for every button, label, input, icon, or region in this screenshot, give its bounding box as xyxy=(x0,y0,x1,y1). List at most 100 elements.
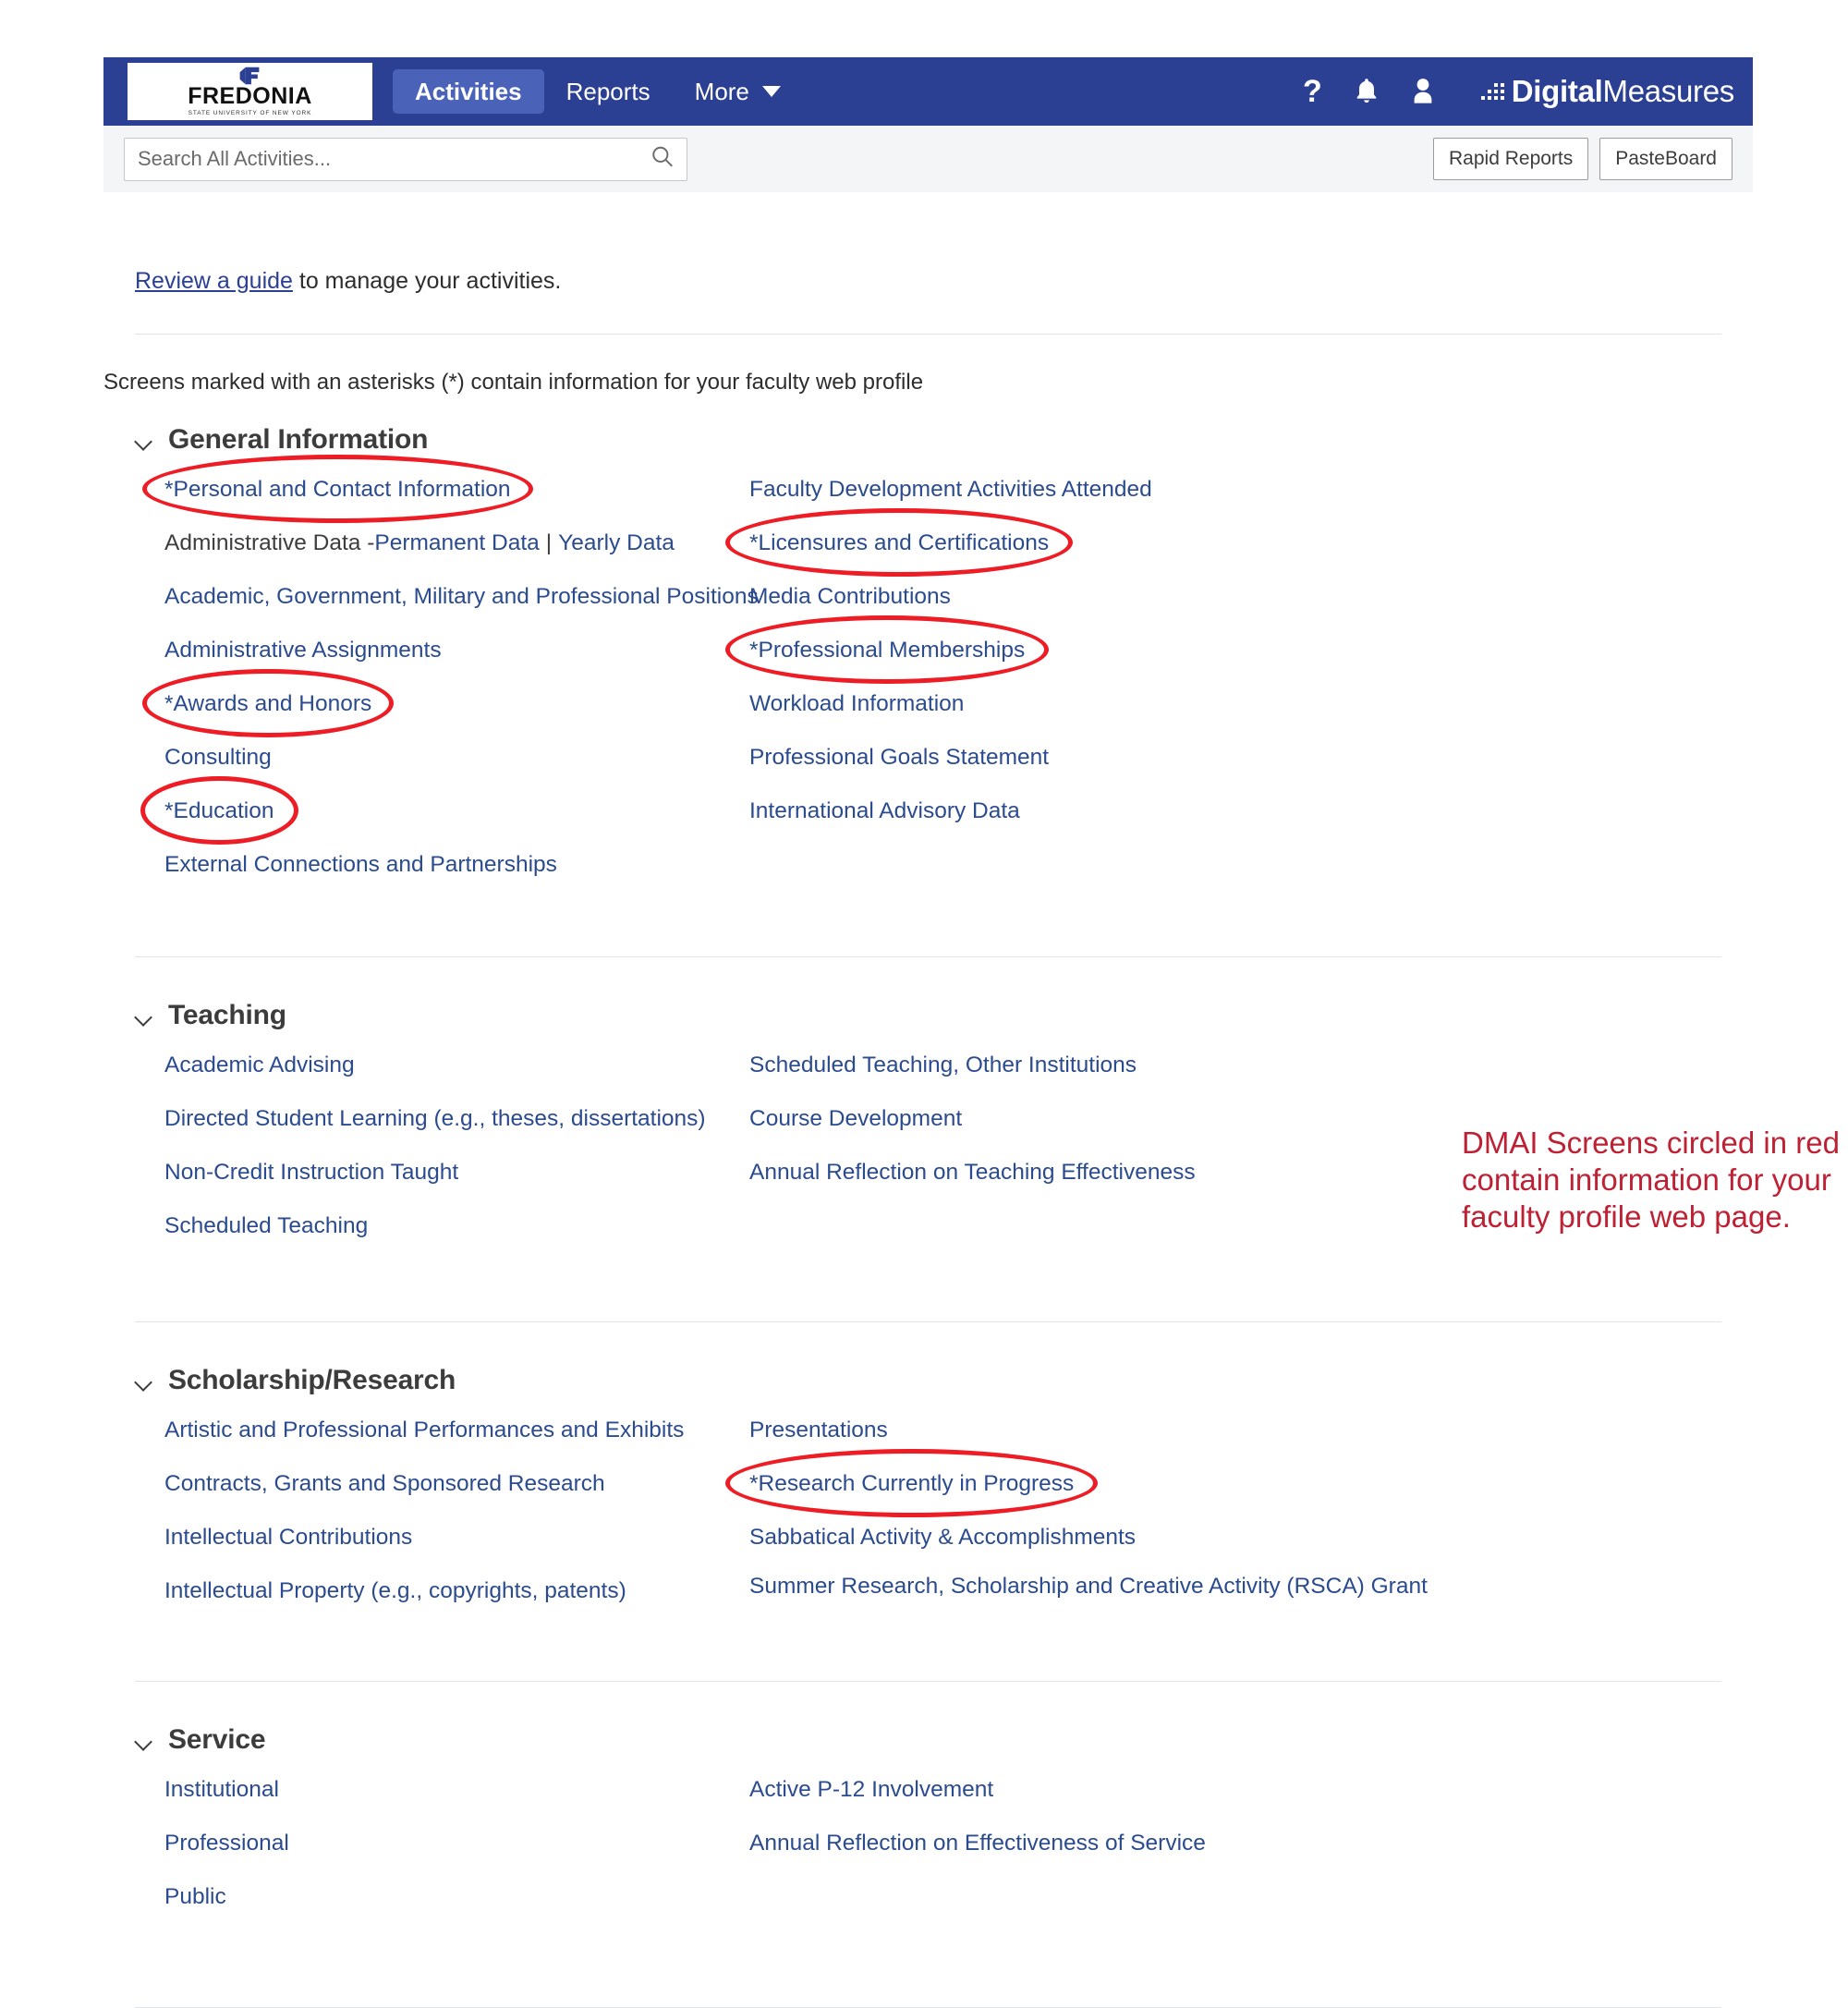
review-a-guide-link[interactable]: Review a guide xyxy=(135,268,293,294)
screen-link-contracts-grants-and-sponsored-research[interactable]: Contracts, Grants and Sponsored Research xyxy=(164,1469,605,1499)
rapid-reports-button[interactable]: Rapid Reports xyxy=(1433,138,1589,180)
link-row: Professional xyxy=(164,1824,749,1863)
ghost-spacer xyxy=(103,192,1753,233)
screen-link-public[interactable]: Public xyxy=(164,1882,226,1912)
screen-link-professional[interactable]: Professional xyxy=(164,1829,289,1858)
screen-link-artistic-and-professional-performances-and-exhibits[interactable]: Artistic and Professional Performances a… xyxy=(164,1416,684,1445)
link-row: *Personal and Contact Information xyxy=(142,454,749,523)
page-root: FREDONIA STATE UNIVERSITY OF NEW YORK Ac… xyxy=(0,0,1848,2008)
screen-link-intellectual-contributions[interactable]: Intellectual Contributions xyxy=(164,1523,412,1552)
dm-brand-light: Measures xyxy=(1602,74,1735,108)
app-frame: FREDONIA STATE UNIVERSITY OF NEW YORK Ac… xyxy=(103,57,1840,2008)
screen-link-presentations[interactable]: Presentations xyxy=(749,1416,888,1445)
section-general-information: General Information *Personal and Contac… xyxy=(103,396,1840,1234)
link-row: Presentations xyxy=(749,1411,1753,1450)
nav-utility-area: ? Digital Measures xyxy=(1303,74,1753,109)
screen-link-media-contributions[interactable]: Media Contributions xyxy=(749,582,951,612)
circled-screen-professional-memberships: *Professional Memberships xyxy=(725,615,1050,684)
link-row: Professional Goals Statement xyxy=(749,738,1753,777)
screen-link-academic-advising[interactable]: Academic Advising xyxy=(164,1051,355,1080)
link-row: Workload Information xyxy=(749,685,1753,724)
link-row: Public xyxy=(164,1878,749,1917)
tab-activities[interactable]: Activities xyxy=(393,68,544,115)
right-column: Presentations *Research Currently in Pro… xyxy=(725,1411,1753,1625)
screen-link-professional-goals-statement[interactable]: Professional Goals Statement xyxy=(749,743,1049,773)
left-column: Academic Advising Directed Student Learn… xyxy=(164,1046,749,1260)
link-row: *Education xyxy=(140,775,749,845)
link-row: Annual Reflection on Teaching Effectiven… xyxy=(749,1153,1753,1192)
screen-link-permanent-data[interactable]: Permanent Data xyxy=(374,529,539,558)
screen-link-administrative-assignments[interactable]: Administrative Assignments xyxy=(164,636,442,665)
link-row: Scheduled Teaching, Other Institutions xyxy=(749,1046,1753,1085)
screen-link-annual-reflection-on-effectiveness-of-service[interactable]: Annual Reflection on Effectiveness of Se… xyxy=(749,1829,1206,1858)
section-header[interactable]: Scholarship/Research xyxy=(135,1322,1753,1404)
screen-link-yearly-data[interactable]: Yearly Data xyxy=(558,529,675,558)
pasteboard-button[interactable]: PasteBoard xyxy=(1599,138,1732,180)
right-column: Scheduled Teaching, Other Institutions C… xyxy=(749,1046,1753,1260)
link-row: Scheduled Teaching xyxy=(164,1207,749,1246)
screen-link-sabbatical-activity-accomplishments[interactable]: Sabbatical Activity & Accomplishments xyxy=(749,1523,1136,1552)
screen-link-personal-contact-information[interactable]: *Personal and Contact Information xyxy=(164,475,511,505)
screen-link-intellectual-property[interactable]: Intellectual Property (e.g., copyrights,… xyxy=(164,1576,626,1606)
screen-link-external-connections-and-partnerships[interactable]: External Connections and Partnerships xyxy=(164,850,557,880)
top-navigation-bar: FREDONIA STATE UNIVERSITY OF NEW YORK Ac… xyxy=(103,57,1753,126)
section-teaching: Teaching Academic Advising Directed Stud… xyxy=(103,957,1753,1260)
link-row: External Connections and Partnerships xyxy=(164,846,749,884)
screen-link-directed-student-learning[interactable]: Directed Student Learning (e.g., theses,… xyxy=(164,1104,706,1134)
notifications-bell-icon[interactable] xyxy=(1354,77,1380,106)
link-row: Intellectual Property (e.g., copyrights,… xyxy=(164,1572,749,1611)
screen-link-workload-information[interactable]: Workload Information xyxy=(749,689,964,719)
section-links-grid: Academic Advising Directed Student Learn… xyxy=(135,1039,1753,1260)
screen-link-scheduled-teaching-other-institutions[interactable]: Scheduled Teaching, Other Institutions xyxy=(749,1051,1137,1080)
search-field-wrapper xyxy=(124,137,687,181)
tab-more[interactable]: More xyxy=(673,69,803,115)
section-title: Teaching xyxy=(168,999,286,1030)
chevron-down-icon xyxy=(135,432,153,451)
fredonia-logo[interactable]: FREDONIA STATE UNIVERSITY OF NEW YORK xyxy=(128,63,372,120)
search-input[interactable] xyxy=(124,137,687,181)
tab-reports[interactable]: Reports xyxy=(544,69,673,115)
help-icon[interactable]: ? xyxy=(1303,76,1322,107)
screen-link-education[interactable]: *Education xyxy=(164,797,274,826)
screen-link-summer-research-scholarship-creative-activity-grant[interactable]: Summer Research, Scholarship and Creativ… xyxy=(749,1572,1428,1601)
circled-screen-research-currently-in-progress: *Research Currently in Progress xyxy=(725,1448,1099,1517)
screen-link-annual-reflection-on-teaching-effectiveness[interactable]: Annual Reflection on Teaching Effectiven… xyxy=(749,1158,1196,1187)
section-title: Scholarship/Research xyxy=(168,1364,456,1395)
administrative-data-label: Administrative Data - xyxy=(164,529,375,555)
screen-link-active-p12-involvement[interactable]: Active P-12 Involvement xyxy=(749,1775,993,1805)
fredonia-subtext: STATE UNIVERSITY OF NEW YORK xyxy=(188,109,312,116)
screen-link-course-development[interactable]: Course Development xyxy=(749,1104,962,1134)
screen-link-international-advisory-data[interactable]: International Advisory Data xyxy=(749,797,1020,826)
circled-screen-awards-and-honors: *Awards and Honors xyxy=(142,668,395,737)
link-row: Faculty Development Activities Attended xyxy=(749,470,1753,509)
user-account-icon[interactable] xyxy=(1411,77,1435,106)
right-column: Active P-12 Involvement Annual Reflectio… xyxy=(749,1771,1753,1931)
link-row: International Advisory Data xyxy=(749,792,1753,831)
screen-link-research-currently-in-progress[interactable]: *Research Currently in Progress xyxy=(749,1469,1074,1499)
search-toolbar: Rapid Reports PasteBoard xyxy=(103,126,1753,192)
screen-link-professional-memberships[interactable]: *Professional Memberships xyxy=(749,636,1025,665)
screen-link-licensures-and-certifications[interactable]: *Licensures and Certifications xyxy=(749,529,1049,558)
link-row: Administrative Assignments xyxy=(164,631,749,670)
link-row: Administrative Data - Permanent Data | Yea… xyxy=(164,524,749,563)
pipe-separator: | xyxy=(545,529,553,555)
screen-link-awards-and-honors[interactable]: *Awards and Honors xyxy=(164,689,371,719)
screen-link-consulting[interactable]: Consulting xyxy=(164,743,272,773)
link-row: Active P-12 Involvement xyxy=(749,1771,1753,1809)
link-row: Academic Advising xyxy=(164,1046,749,1085)
section-scholarship-research: Scholarship/Research Artistic and Profes… xyxy=(103,1322,1753,1625)
screen-link-institutional[interactable]: Institutional xyxy=(164,1775,279,1805)
screen-link-scheduled-teaching[interactable]: Scheduled Teaching xyxy=(164,1211,368,1241)
section-header[interactable]: Teaching xyxy=(135,957,1753,1039)
left-column: *Personal and Contact Information Admini… xyxy=(140,454,759,899)
digital-measures-logo: Digital Measures xyxy=(1480,74,1735,109)
screen-link-non-credit-instruction-taught[interactable]: Non-Credit Instruction Taught xyxy=(164,1158,458,1187)
link-row: Non-Credit Instruction Taught xyxy=(164,1153,749,1192)
primary-nav: Activities Reports More xyxy=(393,57,803,126)
section-header[interactable]: Service xyxy=(135,1682,1753,1763)
screen-link-faculty-development-activities-attended[interactable]: Faculty Development Activities Attended xyxy=(749,475,1152,505)
link-row: Annual Reflection on Effectiveness of Se… xyxy=(749,1824,1753,1863)
dm-brand-bold: Digital xyxy=(1511,74,1603,108)
section-header[interactable]: General Information xyxy=(135,396,1753,463)
screen-link-academic-government-military-professional-positions[interactable]: Academic, Government, Military and Profe… xyxy=(164,582,759,612)
